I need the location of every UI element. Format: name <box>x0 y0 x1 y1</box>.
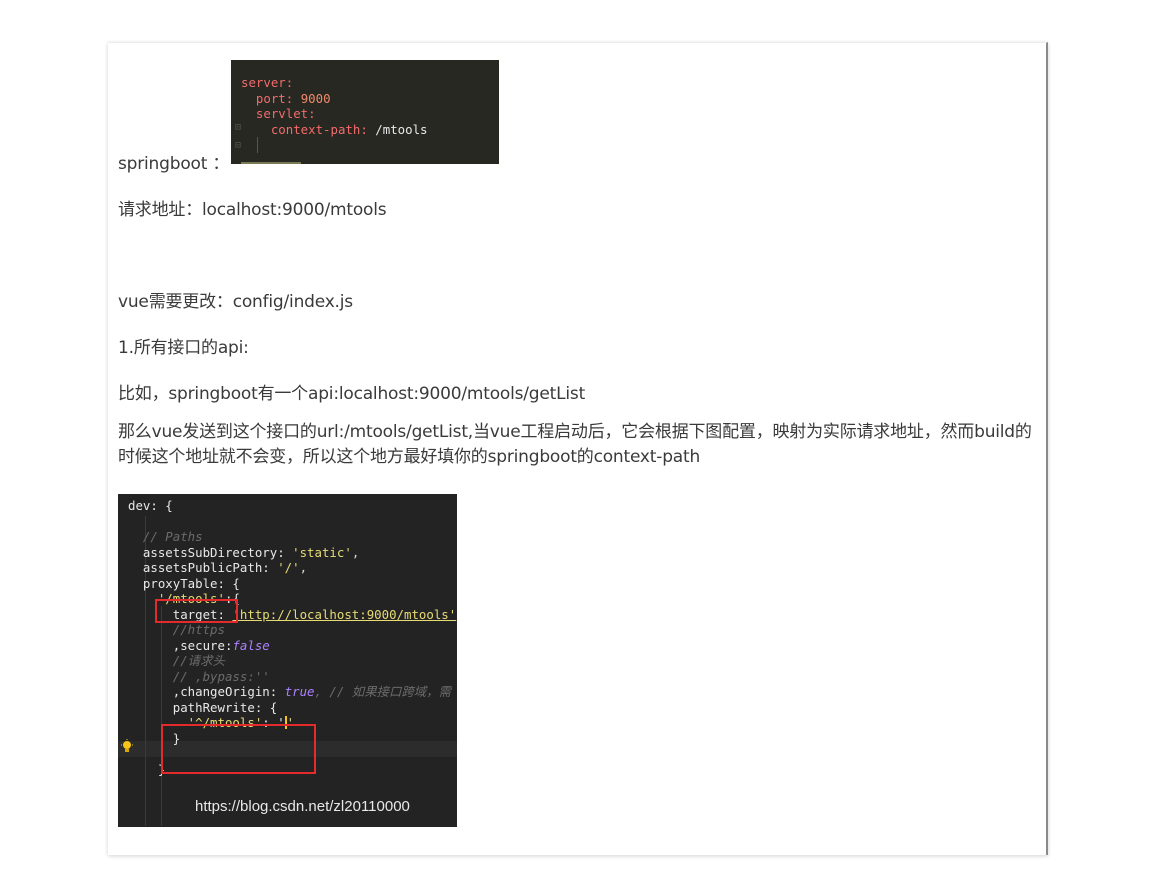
yaml-servlet-line: servlet: <box>241 106 316 121</box>
assets-pub-value: '/' <box>277 560 300 575</box>
paths-comment: // Paths <box>128 529 203 544</box>
lightbulb-icon <box>121 739 133 752</box>
fold-icon: ⊟ <box>235 140 242 151</box>
article-content: springboot ： server: port: 9000 servlet:… <box>108 42 1048 855</box>
all-api-text: 1.所有接口的api: <box>118 338 249 358</box>
dev-config-screenshot: dev: { // Paths assetsSubDirectory: 'sta… <box>118 494 457 827</box>
secure-value: false <box>232 637 270 653</box>
request-address-text: 请求地址：localhost:9000/mtools <box>118 200 387 220</box>
example-text: 比如，springboot有一个api:localhost:9000/mtool… <box>118 384 586 404</box>
yaml-server-line: server: <box>241 75 294 90</box>
watermark: https://blog.csdn.net/zl20110000 <box>195 798 410 815</box>
header-comment: //请求头 <box>128 653 225 668</box>
change-origin-value: true <box>284 684 315 699</box>
vue-change-text: vue需要更改：config/index.js <box>118 292 353 312</box>
yaml-context-path-key: context-path: <box>241 121 376 137</box>
mtools-highlight-box <box>155 599 238 623</box>
dev-line: dev: { <box>128 498 173 513</box>
explain-text: 那么vue发送到这个接口的url:/mtools/getList,当vue工程启… <box>118 422 1032 467</box>
target-url: 'http://localhost:9000/mtools' <box>232 606 457 622</box>
change-origin-comment: , // 如果接口跨域，需 <box>314 684 451 699</box>
path-rewrite-highlight-box <box>161 724 316 774</box>
change-origin-key: ,changeOrigin: <box>128 684 285 699</box>
fold-icon: ⊟ <box>235 122 242 133</box>
springboot-label: springboot ： <box>118 154 230 174</box>
proxy-table-line: proxyTable: { <box>128 575 240 591</box>
yaml-code: server: port: 9000 servlet: context-path… <box>241 75 428 137</box>
path-rewrite-line: pathRewrite: { <box>128 699 278 715</box>
bypass-comment: // ,bypass:'' <box>128 668 270 684</box>
springboot-config-screenshot: server: port: 9000 servlet: context-path… <box>231 60 499 164</box>
assets-pub-key: assetsPublicPath: <box>128 560 278 575</box>
cut-off-line <box>241 158 361 164</box>
yaml-port-key: port: <box>241 90 301 106</box>
assets-sub-value: 'static' <box>292 544 352 560</box>
secure-key: ,secure: <box>128 637 233 653</box>
indent-guide <box>257 137 258 153</box>
https-comment: //https <box>128 622 225 637</box>
assets-sub-key: assetsSubDirectory: <box>128 544 293 560</box>
yaml-port-value: 9000 <box>300 90 331 106</box>
close-outer-brace: } <box>128 761 166 777</box>
yaml-context-path-value: /mtools <box>375 121 428 137</box>
